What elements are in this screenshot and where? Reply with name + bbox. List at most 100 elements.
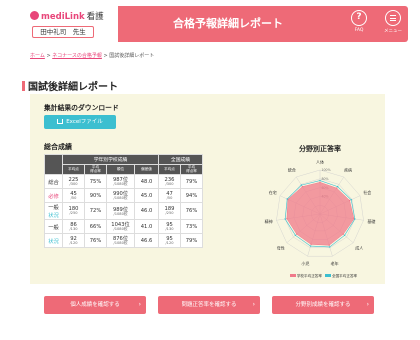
avg-score-cell: 225/300	[62, 174, 85, 189]
national-avg-cell: 236/300	[158, 174, 181, 189]
rank-cell: 990位/1080校	[106, 188, 135, 203]
series-2-point	[294, 234, 297, 237]
series-2-point	[286, 198, 288, 200]
legend-label: 全国平均正答率	[332, 274, 358, 278]
legend-label: 学校平均正答率	[296, 274, 322, 278]
category-label: 社会	[363, 189, 371, 195]
radar-chart: 100%80%60%40%人体疾病社会基礎成人老年小児母性精神在宅統合	[265, 158, 376, 266]
excel-download-button[interactable]: Excelファイル	[44, 115, 116, 129]
question-circle-icon: ?	[351, 10, 367, 26]
national-rate-cell: 94%	[180, 188, 203, 203]
avg-score-cell: 180/250	[62, 202, 85, 220]
category-label: 在宅	[269, 189, 277, 195]
page-title-text: 国試後詳細レポート	[28, 82, 118, 93]
question-accuracy-button[interactable]: 問題正答率を確認する ›	[158, 296, 260, 314]
series-2-point	[336, 185, 339, 188]
header-title: 合格予報詳細レポート	[173, 17, 283, 30]
chevron-right-icon: ›	[138, 301, 141, 308]
faq-button[interactable]: ? FAQ	[348, 10, 370, 33]
logo-brand: mediLink	[41, 12, 85, 22]
row-label: 総合	[44, 174, 63, 189]
table-row: 状況 92/120 76% 876位/1080校 46.6 95/120 79%	[44, 233, 203, 248]
national-rate-cell: 76%	[180, 202, 203, 220]
national-avg-cell: 95/130	[158, 219, 181, 234]
series-1-point	[348, 199, 351, 202]
excel-button-label: Excelファイル	[66, 119, 103, 125]
download-icon	[57, 119, 64, 124]
deviation-cell: 48.0	[134, 174, 159, 189]
avg-rate-cell: 75%	[84, 174, 107, 189]
deviation-cell: 46.0	[134, 202, 159, 220]
row-label: 一般	[44, 219, 63, 234]
tick-label: 100%	[322, 168, 331, 172]
chevron-right-icon: ›	[252, 301, 255, 308]
menu-button[interactable]: メニュー	[382, 10, 404, 34]
series-1-point	[335, 187, 338, 189]
column-header: 偏差値	[134, 164, 159, 175]
series-1-point	[342, 233, 344, 235]
table-row: 必修 45/50 90% 990位/1080校 45.0 47/50 94%	[44, 188, 203, 203]
menu-label: メニュー	[384, 29, 402, 34]
column-header: 順位	[106, 164, 135, 175]
category-label: 老年	[331, 260, 339, 266]
series-1-point	[328, 244, 330, 246]
national-avg-cell: 95/120	[158, 233, 181, 248]
category-label: 基礎	[367, 218, 375, 224]
column-header: 平均 得点率	[180, 164, 203, 175]
national-avg-cell: 189/250	[158, 202, 181, 220]
deviation-cell: 41.0	[134, 219, 159, 234]
avg-score-cell: 86/130	[62, 219, 85, 234]
logo[interactable]: mediLink 看護	[30, 10, 104, 22]
column-header: 平均 得点率	[84, 164, 107, 175]
avg-rate-cell: 66%	[84, 219, 107, 234]
breadcrumb-parent[interactable]: ネコナースの合格予報	[52, 53, 102, 59]
series-1-point	[286, 218, 288, 220]
national-rate-cell: 79%	[180, 233, 203, 248]
national-avg-cell: 47/50	[158, 188, 181, 203]
series-1-point	[310, 243, 312, 246]
national-rate-cell: 73%	[180, 219, 203, 234]
logo-area: mediLink 看護 田中礼司 先生	[18, 6, 118, 42]
row-label: 一般 状況	[44, 202, 63, 220]
series-1-point	[296, 233, 298, 235]
breadcrumb-home[interactable]: ホーム	[30, 53, 45, 59]
table-row: 総合 225/300 75% 987位/1080校 48.0 236/300 79%	[44, 174, 203, 189]
series-1-point	[301, 185, 304, 188]
column-header: 平均点	[158, 164, 181, 175]
faq-label: FAQ	[354, 28, 364, 33]
summary-title: 総合成績	[44, 143, 72, 151]
series-2-point	[350, 199, 352, 201]
series-2-point	[309, 245, 312, 247]
field-results-button[interactable]: 分野別成績を確認する ›	[272, 296, 374, 314]
deviation-cell: 45.0	[134, 188, 159, 203]
rank-cell: 876位/1080校	[106, 233, 135, 248]
category-label: 統合	[288, 167, 296, 173]
avg-score-cell: 92/120	[62, 233, 85, 248]
personal-results-button[interactable]: 個人成績を確認する ›	[44, 296, 146, 314]
category-label: 成人	[355, 244, 363, 250]
series-1-point	[319, 181, 321, 184]
series-2-point	[284, 218, 286, 220]
report-card: 集計結果のダウンロード Excelファイル 総合成績 学年別学校成績 全国成績 …	[30, 94, 385, 284]
avg-rate-cell: 76%	[84, 233, 107, 248]
logo-mark-icon	[30, 11, 39, 20]
category-label: 小児	[301, 260, 309, 266]
group-header-school: 学年別学校成績	[62, 154, 159, 165]
button-label: 分野別成績を確認する	[295, 302, 351, 308]
column-header: 平均点	[62, 164, 85, 175]
avg-rate-cell: 72%	[84, 202, 107, 220]
avg-rate-cell: 90%	[84, 188, 107, 203]
table-corner	[44, 154, 63, 175]
chevron-right-icon: ›	[366, 301, 369, 308]
row-label: 状況	[44, 233, 63, 248]
rank-cell: 987位/1080校	[106, 174, 135, 189]
radar-legend: 学校平均正答率 全国平均正答率	[260, 274, 384, 279]
row-label: 必修	[44, 188, 63, 203]
hamburger-icon	[385, 10, 401, 26]
table-row: 一般 状況 180/250 72% 989位/1080校 46.0 189/250 76%	[44, 202, 203, 220]
legend-swatch	[325, 274, 331, 277]
series-2-point	[328, 246, 331, 248]
category-label: 精神	[265, 218, 273, 224]
category-label: 疾病	[344, 167, 352, 173]
category-label: 人体	[316, 158, 324, 164]
